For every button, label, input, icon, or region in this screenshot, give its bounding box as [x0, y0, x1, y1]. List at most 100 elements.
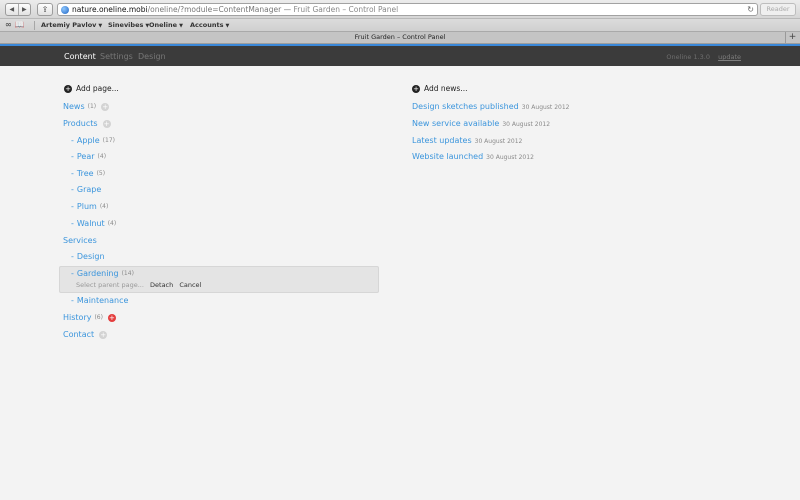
page-item-news: News (1) +	[63, 102, 110, 112]
address-page-title: Fruit Garden – Control Panel	[293, 5, 399, 14]
page-count: (14)	[121, 270, 134, 277]
add-news-label: Add news...	[424, 84, 468, 93]
back-forward-buttons: ◀ ▶	[5, 3, 31, 16]
bookmark-oneline[interactable]: Oneline ▼	[149, 21, 183, 31]
detach-button[interactable]: Detach	[150, 281, 173, 289]
address-bar[interactable]: nature.oneline.mobi/oneline/?module=Cont…	[57, 3, 758, 16]
indent-dash: -	[71, 202, 74, 211]
tab-title[interactable]: Fruit Garden – Control Panel	[0, 33, 800, 42]
update-link[interactable]: update	[718, 53, 741, 62]
bookmark-artemiy-pavlov[interactable]: Artemiy Pavlov ▼	[41, 21, 102, 31]
share-icon[interactable]: ⇪	[37, 3, 53, 16]
page-link[interactable]: Contact	[63, 330, 94, 340]
bookmarks-divider	[34, 21, 35, 30]
reader-button[interactable]: Reader	[760, 3, 796, 16]
page-item-pear: - Pear (4)	[71, 152, 106, 162]
page-count: (4)	[107, 220, 117, 227]
tab-bar: Fruit Garden – Control Panel +	[0, 32, 800, 44]
url-title-separator: —	[283, 5, 292, 14]
indent-dash: -	[71, 136, 74, 145]
page-link[interactable]: Apple	[77, 136, 100, 146]
add-subpage-icon[interactable]: +	[101, 103, 110, 111]
news-date: 30 August 2012	[486, 154, 534, 161]
reload-icon[interactable]: ↻	[747, 4, 754, 15]
news-item: Latest updates 30 August 2012	[412, 136, 522, 147]
add-subpage-icon[interactable]: +	[99, 331, 108, 339]
bookmarks-bar: ∞ 📖 Artemiy Pavlov ▼ Sinevibes ▼ Oneline ▼ …	[0, 19, 800, 32]
page-link[interactable]: Gardening	[77, 269, 119, 279]
news-date: 30 August 2012	[521, 104, 570, 111]
page-count: (17)	[102, 137, 115, 144]
page-count: (6)	[94, 314, 103, 321]
page-item-plum: - Plum (4)	[71, 202, 108, 212]
plus-icon: +	[412, 85, 420, 93]
add-page-button[interactable]: + Add page...	[64, 84, 119, 94]
page-link[interactable]: Grape	[77, 185, 101, 195]
add-subpage-icon[interactable]: +	[102, 120, 111, 128]
page-item-tree: - Tree (5)	[71, 169, 105, 179]
page-item-maintenance: - Maintenance	[71, 296, 128, 306]
add-subpage-icon[interactable]: +	[107, 314, 116, 322]
news-title-link[interactable]: Design sketches published	[412, 102, 519, 111]
page-item-apple: - Apple (17)	[71, 136, 115, 146]
chevron-down-icon: ▼	[179, 23, 183, 29]
url-host: nature.oneline.mobi	[72, 5, 148, 14]
page-item-products: Products +	[63, 119, 111, 129]
page-actions: Select parent page... Detach Cancel	[76, 281, 201, 290]
news-date: 30 August 2012	[474, 138, 523, 145]
indent-dash: -	[71, 269, 74, 278]
page-count: (5)	[96, 170, 106, 177]
indent-dash: -	[71, 296, 74, 305]
page-link[interactable]: Pear	[77, 152, 95, 162]
select-parent-page-button[interactable]: Select parent page...	[76, 281, 144, 289]
chevron-down-icon: ▼	[225, 23, 230, 29]
app-nav: Content Settings Design Oneline 1.3.0 up…	[0, 44, 800, 66]
version-label: Oneline 1.3.0	[666, 53, 710, 61]
page-item-walnut: - Walnut (4)	[71, 219, 116, 229]
globe-icon	[61, 6, 69, 14]
bookmark-accounts[interactable]: Accounts ▼	[190, 21, 229, 31]
news-date: 30 August 2012	[502, 121, 551, 128]
browser-toolbar: ◀ ▶ ⇪ nature.oneline.mobi/oneline/?modul…	[0, 0, 800, 19]
tab-settings[interactable]: Settings	[100, 52, 133, 62]
back-icon[interactable]: ◀	[6, 4, 18, 15]
news-item: Design sketches published 30 August 2012	[412, 102, 569, 113]
page-count: (4)	[99, 203, 109, 210]
tab-content[interactable]: Content	[64, 52, 96, 62]
page-count: (1)	[87, 103, 97, 110]
page-link[interactable]: History	[63, 313, 91, 323]
page-link[interactable]: Walnut	[77, 219, 105, 229]
chevron-down-icon: ▼	[98, 23, 103, 29]
page-link[interactable]: Products	[63, 119, 98, 129]
page-item-services: Services	[63, 236, 97, 246]
indent-dash: -	[71, 185, 74, 194]
news-title-link[interactable]: Latest updates	[412, 136, 472, 145]
news-title-link[interactable]: New service available	[412, 119, 499, 128]
page-count: (4)	[97, 153, 107, 160]
news-title-link[interactable]: Website launched	[412, 152, 483, 161]
forward-icon[interactable]: ▶	[17, 4, 31, 15]
page-link[interactable]: Tree	[77, 169, 94, 179]
reading-list-icon[interactable]: ∞ 📖	[5, 20, 24, 29]
new-tab-button[interactable]: +	[785, 32, 799, 43]
indent-dash: -	[71, 252, 74, 261]
page-item-history: History (6) +	[63, 313, 116, 323]
cancel-button[interactable]: Cancel	[179, 281, 201, 289]
page-link[interactable]: Maintenance	[77, 296, 129, 306]
add-news-button[interactable]: + Add news...	[412, 84, 467, 94]
plus-icon: +	[64, 85, 72, 93]
tab-design[interactable]: Design	[138, 52, 166, 62]
page-link[interactable]: News	[63, 102, 85, 112]
indent-dash: -	[71, 152, 74, 161]
page-item-grape: - Grape	[71, 185, 101, 195]
page-link[interactable]: Plum	[77, 202, 97, 212]
page-item-contact: Contact +	[63, 330, 108, 340]
add-page-label: Add page...	[76, 84, 119, 93]
page-item-gardening: - Gardening (14)	[71, 269, 134, 279]
indent-dash: -	[71, 219, 74, 228]
page-link[interactable]: Design	[77, 252, 105, 262]
bookmark-sinevibes[interactable]: Sinevibes ▼	[108, 21, 149, 31]
news-item: Website launched 30 August 2012	[412, 152, 534, 163]
page-link[interactable]: Services	[63, 236, 97, 246]
indent-dash: -	[71, 169, 74, 178]
